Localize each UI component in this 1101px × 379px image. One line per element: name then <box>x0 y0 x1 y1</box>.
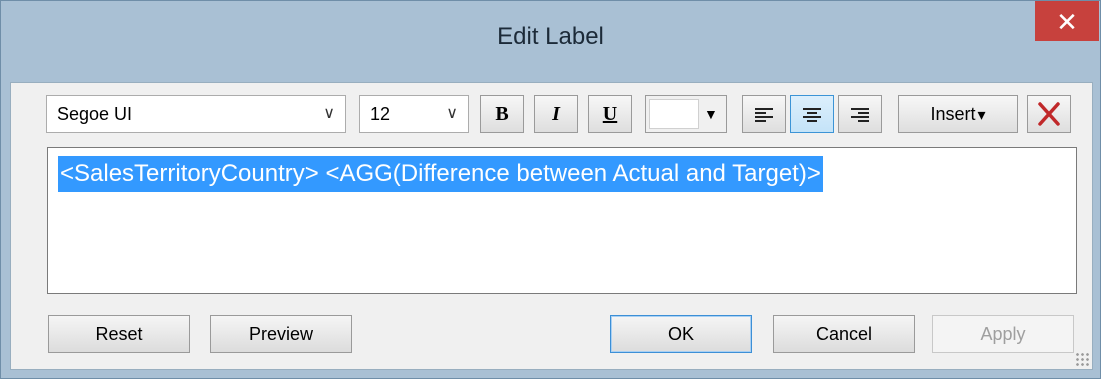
align-right-icon <box>851 108 869 123</box>
font-name-value: Segoe UI <box>57 104 133 124</box>
insert-label: Insert <box>930 104 976 124</box>
color-swatch <box>649 99 699 129</box>
selected-label-text: <SalesTerritoryCountry> <AGG(Difference … <box>58 156 823 192</box>
align-center-button[interactable] <box>790 95 834 133</box>
chevron-down-icon: ∨ <box>446 105 458 122</box>
chevron-down-icon: ∨ <box>323 105 335 122</box>
font-size-dropdown[interactable]: 12 ∨ <box>359 95 469 133</box>
font-name-dropdown[interactable]: Segoe UI ∨ <box>46 95 346 133</box>
align-center-icon <box>803 108 821 123</box>
close-button[interactable]: ✕ <box>1035 1 1099 41</box>
title-bar[interactable]: Edit Label ✕ <box>1 1 1100 81</box>
align-right-button[interactable] <box>838 95 882 133</box>
reset-button[interactable]: Reset <box>48 315 190 353</box>
edit-label-dialog: Edit Label ✕ Segoe UI ∨ 12 ∨ B I U ▼ Ins… <box>0 0 1101 379</box>
dialog-content: Segoe UI ∨ 12 ∨ B I U ▼ Insert ▾ <SalesT… <box>10 82 1093 370</box>
red-x-icon <box>1038 102 1060 126</box>
font-color-picker[interactable]: ▼ <box>645 95 727 133</box>
close-icon: ✕ <box>1056 7 1078 37</box>
cancel-button[interactable]: Cancel <box>773 315 915 353</box>
insert-menu-button[interactable]: Insert ▾ <box>898 95 1018 133</box>
italic-button[interactable]: I <box>534 95 578 133</box>
underline-button[interactable]: U <box>588 95 632 133</box>
dialog-title: Edit Label <box>497 23 604 50</box>
clear-formatting-button[interactable] <box>1027 95 1071 133</box>
resize-grip[interactable] <box>1075 352 1089 366</box>
dropdown-arrow-icon: ▾ <box>977 107 986 124</box>
apply-button: Apply <box>932 315 1074 353</box>
preview-button[interactable]: Preview <box>210 315 352 353</box>
bold-button[interactable]: B <box>480 95 524 133</box>
ok-button[interactable]: OK <box>610 315 752 353</box>
align-left-icon <box>755 108 773 123</box>
font-size-value: 12 <box>370 104 391 124</box>
label-text-editor[interactable]: <SalesTerritoryCountry> <AGG(Difference … <box>47 147 1077 294</box>
dropdown-arrow-icon: ▼ <box>704 106 718 122</box>
align-left-button[interactable] <box>742 95 786 133</box>
